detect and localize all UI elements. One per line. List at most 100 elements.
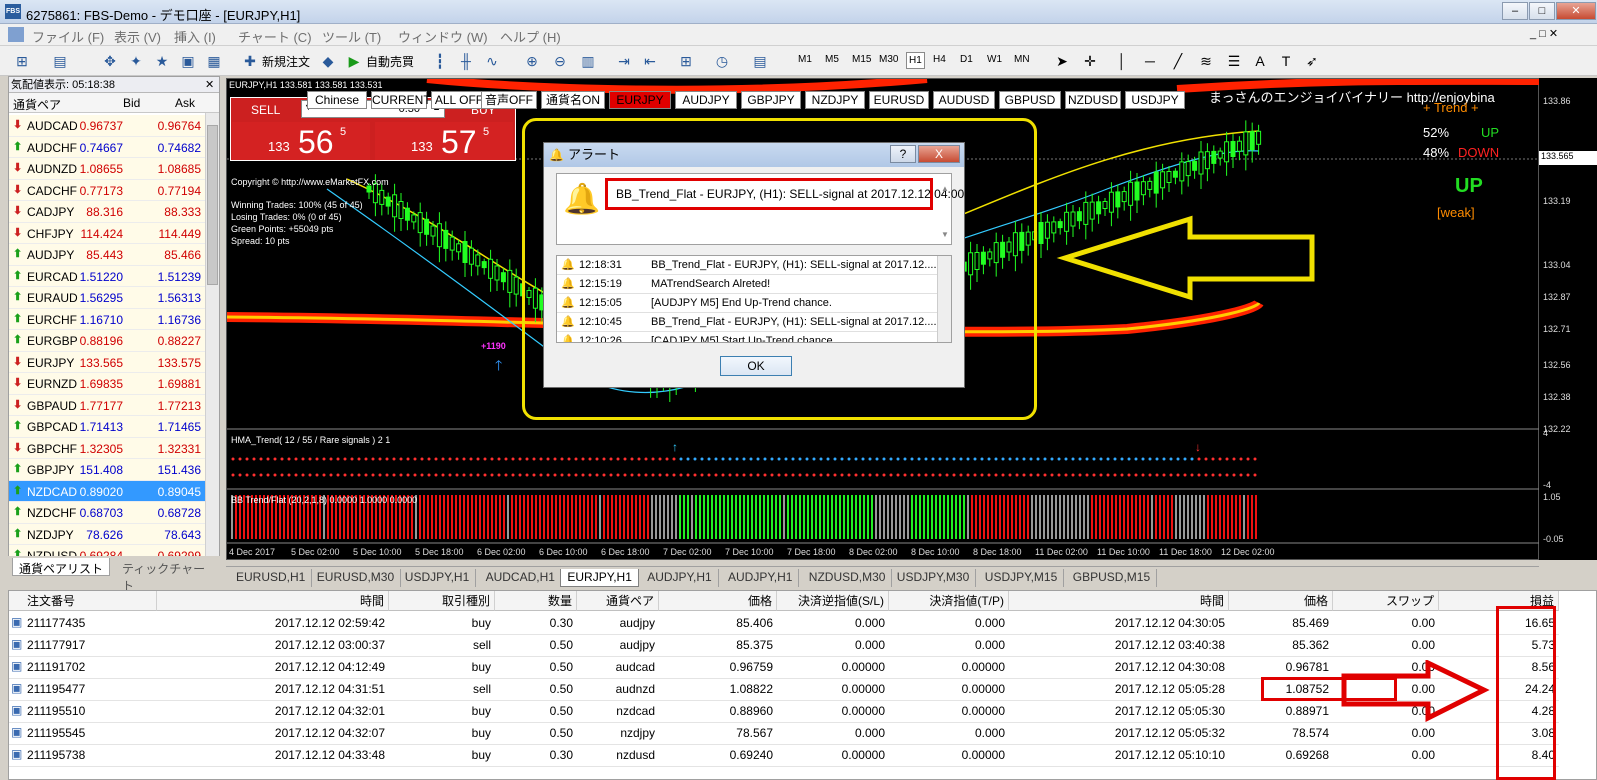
minimize-button[interactable]: – [1502,2,1528,20]
label-tool-icon[interactable]: T [1276,51,1296,71]
timeframe-m30[interactable]: M30 [879,54,898,65]
market-watch-row[interactable]: ⬇ EURNZD 1.69835 1.69881 [9,373,205,395]
line-chart-icon[interactable]: ∿ [482,51,502,71]
market-watch-row[interactable]: ⬆ AUDJPY 85.443 85.466 [9,244,205,266]
market-watch-row[interactable]: ⬆ GBPJPY 151.408 151.436 [9,459,205,481]
symbol-button-all off[interactable]: ALL OFF [431,91,487,109]
symbol-button-audusd[interactable]: AUDUSD [933,91,995,109]
symbol-button-gbpjpy[interactable]: GBPJPY [741,91,801,109]
timeframe-m5[interactable]: M5 [825,54,839,65]
market-watch-scrollbar[interactable] [205,113,219,557]
chart-tab-0[interactable]: EURUSD,H1 [230,569,313,587]
orders-col-5[interactable]: 価格 [659,591,777,611]
maximize-button[interactable]: □ [1529,2,1555,20]
sell-button[interactable]: 133 56 5 [232,122,370,160]
metaeditor-icon[interactable]: ◆ [318,51,338,71]
chart-tab-10[interactable]: GBPUSD,M15 [1067,569,1158,587]
market-watch-row[interactable]: ⬆ NZDCAD 0.89020 0.89045 [9,480,205,502]
symbol-button-通貨名on[interactable]: 通貨名ON [541,91,605,109]
market-watch-row[interactable]: ⬇ CADJPY 88.316 88.333 [9,201,205,223]
chart-tab-7[interactable]: NZDUSD,M30 [803,569,893,587]
order-cell[interactable]: 211195477 [9,679,157,701]
indicators-icon[interactable]: ⊞ [676,51,696,71]
market-watch-row[interactable]: ⬇ AUDCAD 0.96737 0.96764 [9,115,205,137]
market-watch-row[interactable]: ⬆ EURCHF 1.16710 1.16736 [9,308,205,330]
col-ask[interactable]: Ask [175,96,195,110]
orders-col-9[interactable]: 価格 [1229,591,1333,611]
market-watch-row[interactable]: ⬆ EURCAD 1.51220 1.51239 [9,265,205,287]
market-watch-row[interactable]: ⬆ EURGBP 0.88196 0.88227 [9,330,205,352]
profiles-icon[interactable]: ▤ [50,51,70,71]
col-bid[interactable]: Bid [123,96,140,110]
text-tool-icon[interactable]: A [1250,51,1270,71]
timeframe-m15[interactable]: M15 [852,54,871,65]
arrows-icon[interactable]: ➶ [1302,51,1322,71]
timeframe-d1[interactable]: D1 [960,54,973,65]
new-order-icon[interactable]: ✚ [240,51,260,71]
mdi-controls[interactable]: _ □ ✕ [1530,27,1558,40]
vertical-line-icon[interactable]: │ [1112,51,1132,71]
auto-scroll-icon[interactable]: ⇥ [614,51,634,71]
symbol-button-nzdjpy[interactable]: NZDJPY [805,91,865,109]
symbol-button-nzdusd[interactable]: NZDUSD [1065,91,1121,109]
orders-col-6[interactable]: 決済逆指値(S/L) [777,591,889,611]
orders-col-2[interactable]: 取引種別 [389,591,495,611]
order-cell[interactable]: 211177917 [9,635,157,657]
autotrade-icon[interactable]: ▶ [344,51,364,71]
cursor-icon[interactable]: ➤ [1052,51,1072,71]
terminal-icon[interactable]: ▣ [178,51,198,71]
symbol-button-gbpusd[interactable]: GBPUSD [999,91,1061,109]
timeframe-h1[interactable]: H1 [906,52,925,69]
timeframe-w1[interactable]: W1 [987,54,1002,65]
symbol-button-audjpy[interactable]: AUDJPY [675,91,737,109]
orders-col-8[interactable]: 時間 [1009,591,1229,611]
trendline-icon[interactable]: ╱ [1168,51,1188,71]
chart-tab-2[interactable]: USDJPY,H1 [399,569,477,587]
chart-tab-6[interactable]: AUDJPY,H1 [722,569,800,587]
tab-tick-chart[interactable]: ティックチャート [116,558,220,593]
orders-col-0[interactable]: 注文番号 [9,591,157,611]
timeframe-mn[interactable]: MN [1014,54,1030,65]
menu-item-5[interactable]: ウィンドウ (W) [398,27,488,46]
order-cell[interactable]: 211195738 [9,745,157,767]
col-symbol[interactable]: 通貨ペア [13,96,61,113]
orders-col-3[interactable]: 数量 [495,591,577,611]
market-watch-row[interactable]: ⬆ AUDCHF 0.74667 0.74682 [9,136,205,158]
zoom-out-icon[interactable]: ⊖ [550,51,570,71]
order-cell[interactable]: 211191702 [9,657,157,679]
timeframe-h4[interactable]: H4 [933,54,946,65]
autotrade-button[interactable]: 自動売買 [366,53,414,70]
timeframe-m1[interactable]: M1 [798,54,812,65]
market-watch-row[interactable]: ⬆ NZDJPY 78.626 78.643 [9,523,205,545]
orders-col-1[interactable]: 時間 [157,591,389,611]
close-window-button[interactable]: ✕ [1556,2,1596,20]
symbol-button-eurusd[interactable]: EURUSD [869,91,929,109]
zoom-in-icon[interactable]: ⊕ [522,51,542,71]
market-watch-row[interactable]: ⬇ EURJPY 133.565 133.575 [9,351,205,373]
menu-item-1[interactable]: 表示 (V) [114,27,161,46]
market-watch-row[interactable]: ⬇ AUDNZD 1.08655 1.08685 [9,158,205,180]
fibonacci-icon[interactable]: ☰ [1224,51,1244,71]
orders-col-7[interactable]: 決済指値(T/P) [889,591,1009,611]
symbol-button-chinese[interactable]: Chinese [307,91,367,109]
tile-windows-icon[interactable]: ▥ [578,51,598,71]
chart-tab-8[interactable]: USDJPY,M30 [891,569,977,587]
menu-item-0[interactable]: ファイル (F) [32,27,104,46]
orders-col-10[interactable]: スワップ [1333,591,1439,611]
navigator-icon[interactable]: ✦ [126,51,146,71]
market-watch-icon[interactable]: ✥ [100,51,120,71]
new-chart-icon[interactable]: ⊞ [12,51,32,71]
market-watch-row[interactable]: ⬇ CADCHF 0.77173 0.77194 [9,179,205,201]
chart-tab-4[interactable]: EURJPY,H1 [560,569,639,587]
close-panel-icon[interactable]: ✕ [205,78,214,91]
channel-icon[interactable]: ≋ [1196,51,1216,71]
market-watch-row[interactable]: ⬇ GBPCHF 1.32305 1.32331 [9,437,205,459]
market-watch-row[interactable]: ⬆ NZDCHF 0.68703 0.68728 [9,502,205,524]
chart-tab-5[interactable]: AUDJPY,H1 [641,569,719,587]
menu-item-6[interactable]: ヘルプ (H) [500,27,561,46]
market-watch-row[interactable]: ⬆ EURAUD 1.56295 1.56313 [9,287,205,309]
chart-tab-1[interactable]: EURUSD,M30 [311,569,402,587]
chart-tab-9[interactable]: USDJPY,M15 [979,569,1065,587]
symbol-button-音声off[interactable]: 音声OFF [481,91,537,109]
order-cell[interactable]: 211195545 [9,723,157,745]
